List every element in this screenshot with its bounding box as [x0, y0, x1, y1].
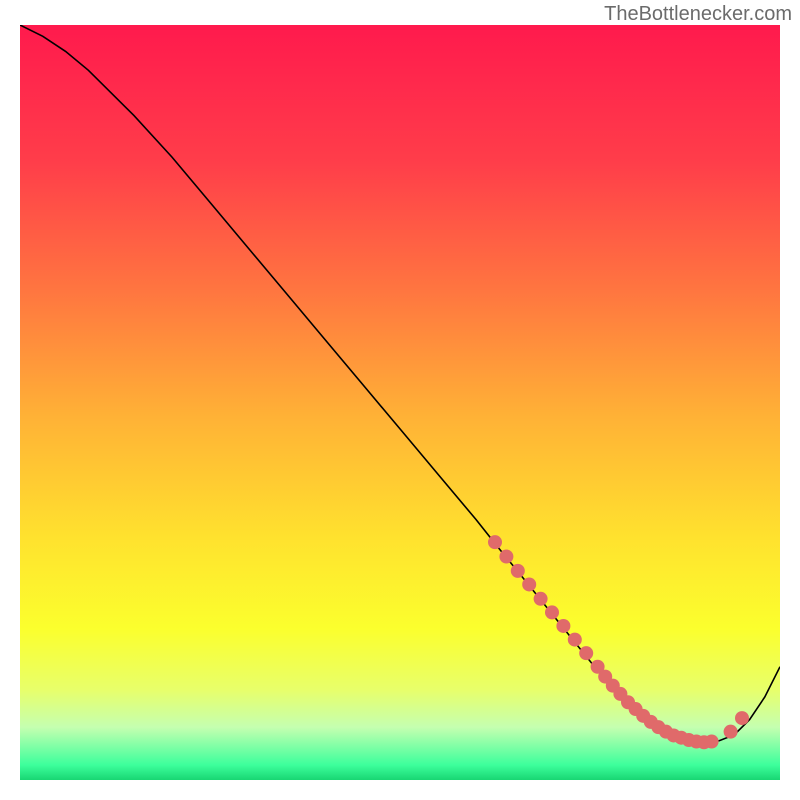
data-marker: [545, 605, 559, 619]
chart-svg: [20, 25, 780, 780]
data-marker: [556, 619, 570, 633]
heat-background: [20, 25, 780, 780]
data-marker: [724, 725, 738, 739]
data-marker: [705, 735, 719, 749]
data-marker: [735, 711, 749, 725]
data-marker: [534, 592, 548, 606]
chart-container: TheBottlenecker.com: [0, 0, 800, 800]
data-marker: [568, 633, 582, 647]
data-marker: [511, 564, 525, 578]
attribution-label: TheBottlenecker.com: [604, 3, 792, 26]
plot-area: [20, 25, 780, 780]
data-marker: [488, 535, 502, 549]
data-marker: [522, 577, 536, 591]
data-marker: [579, 646, 593, 660]
data-marker: [499, 550, 513, 564]
